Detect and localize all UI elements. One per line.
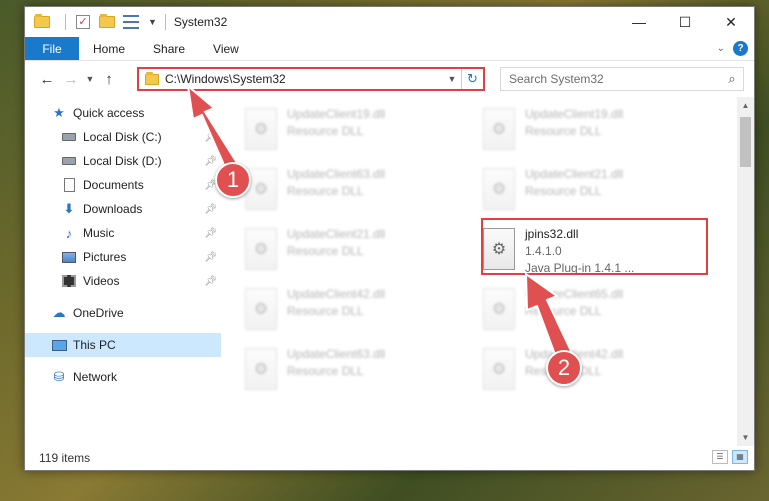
arrow-2 — [524, 272, 573, 362]
step-2-badge: 2 — [546, 350, 582, 386]
step-1-badge: 1 — [215, 162, 251, 198]
annotation-arrows — [186, 83, 573, 362]
